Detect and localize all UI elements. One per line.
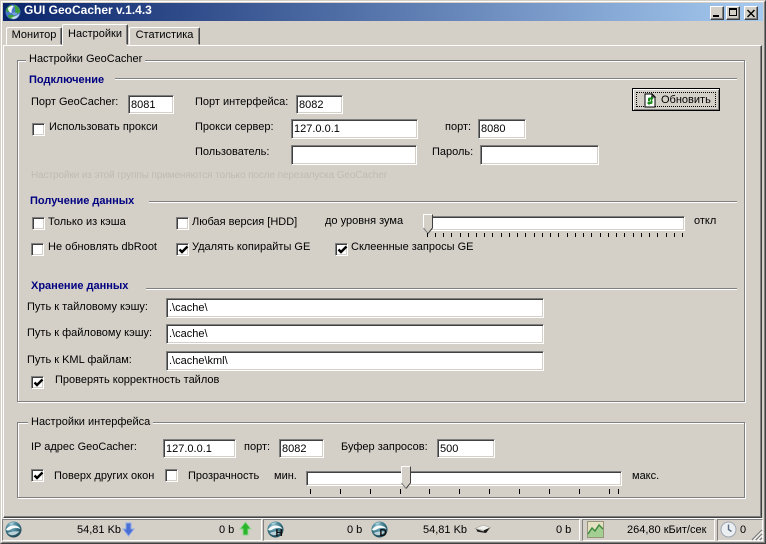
svg-text:D: D [380, 528, 387, 538]
svg-text:H: H [276, 528, 283, 538]
